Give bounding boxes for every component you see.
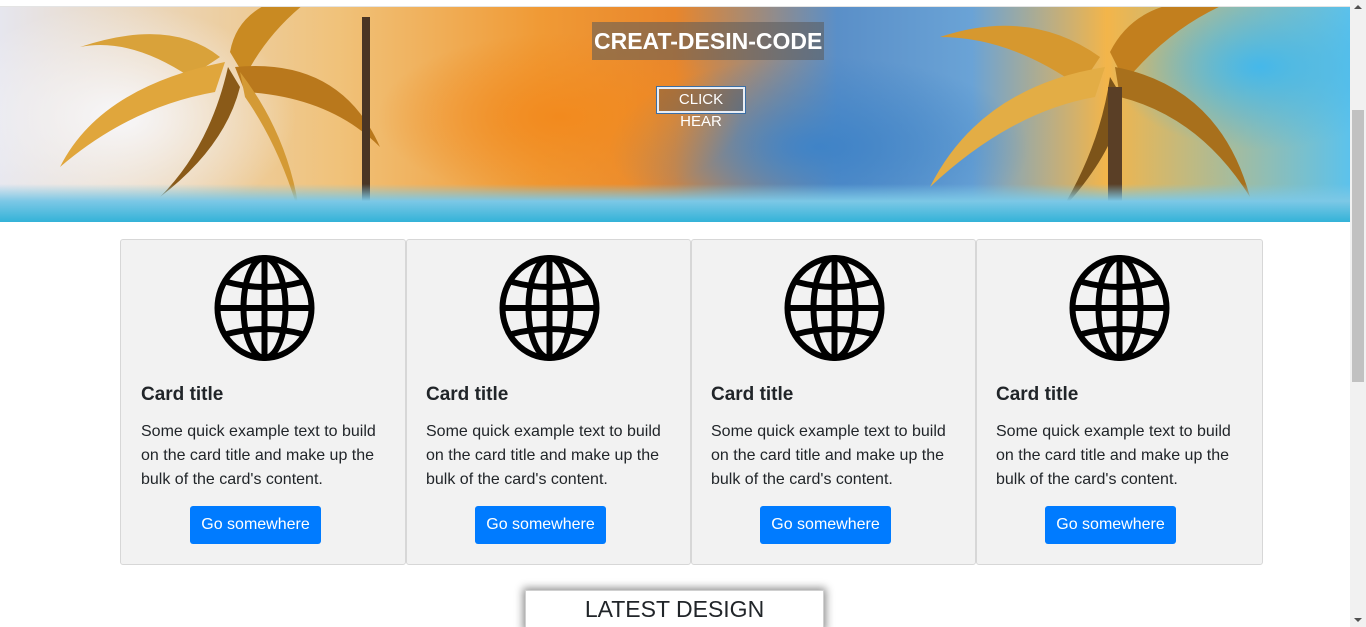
card-title: Card title bbox=[426, 384, 509, 405]
scroll-up-arrow-icon[interactable] bbox=[1350, 0, 1366, 14]
card-3: Card title Some quick example text to bu… bbox=[691, 239, 976, 565]
vertical-scrollbar[interactable] bbox=[1350, 0, 1366, 627]
globe-icon bbox=[499, 255, 600, 361]
scroll-down-arrow-icon[interactable] bbox=[1350, 613, 1366, 627]
go-somewhere-button[interactable]: Go somewhere bbox=[760, 506, 891, 544]
card-text: Some quick example text to build on the … bbox=[996, 423, 1231, 488]
card-4: Card title Some quick example text to bu… bbox=[976, 239, 1263, 565]
card-text: Some quick example text to build on the … bbox=[711, 423, 946, 488]
scrollbar-thumb[interactable] bbox=[1352, 110, 1364, 382]
globe-icon bbox=[1069, 255, 1170, 361]
card-text: Some quick example text to build on the … bbox=[426, 423, 661, 488]
card-title: Card title bbox=[711, 384, 794, 405]
card-1: Card title Some quick example text to bu… bbox=[120, 239, 406, 565]
go-somewhere-button[interactable]: Go somewhere bbox=[475, 506, 606, 544]
globe-icon bbox=[784, 255, 885, 361]
card-2: Card title Some quick example text to bu… bbox=[406, 239, 691, 565]
hero-banner: CREAT-DESIN-CODE CLICK HEAR bbox=[0, 7, 1350, 222]
card-text: Some quick example text to build on the … bbox=[141, 423, 376, 488]
click-hear-button[interactable]: CLICK HEAR bbox=[656, 86, 746, 130]
page: CREAT-DESIN-CODE CLICK HEAR Card title S… bbox=[0, 0, 1366, 627]
hero-title: CREAT-DESIN-CODE bbox=[592, 22, 825, 60]
section-heading: LATEST DESIGN PROJECTS bbox=[525, 590, 824, 627]
card-title: Card title bbox=[141, 384, 224, 405]
sea-strip bbox=[0, 184, 1350, 222]
go-somewhere-button[interactable]: Go somewhere bbox=[190, 506, 321, 544]
card-title: Card title bbox=[996, 384, 1079, 405]
go-somewhere-button[interactable]: Go somewhere bbox=[1045, 506, 1176, 544]
top-border bbox=[0, 0, 1350, 7]
globe-icon bbox=[214, 255, 315, 361]
